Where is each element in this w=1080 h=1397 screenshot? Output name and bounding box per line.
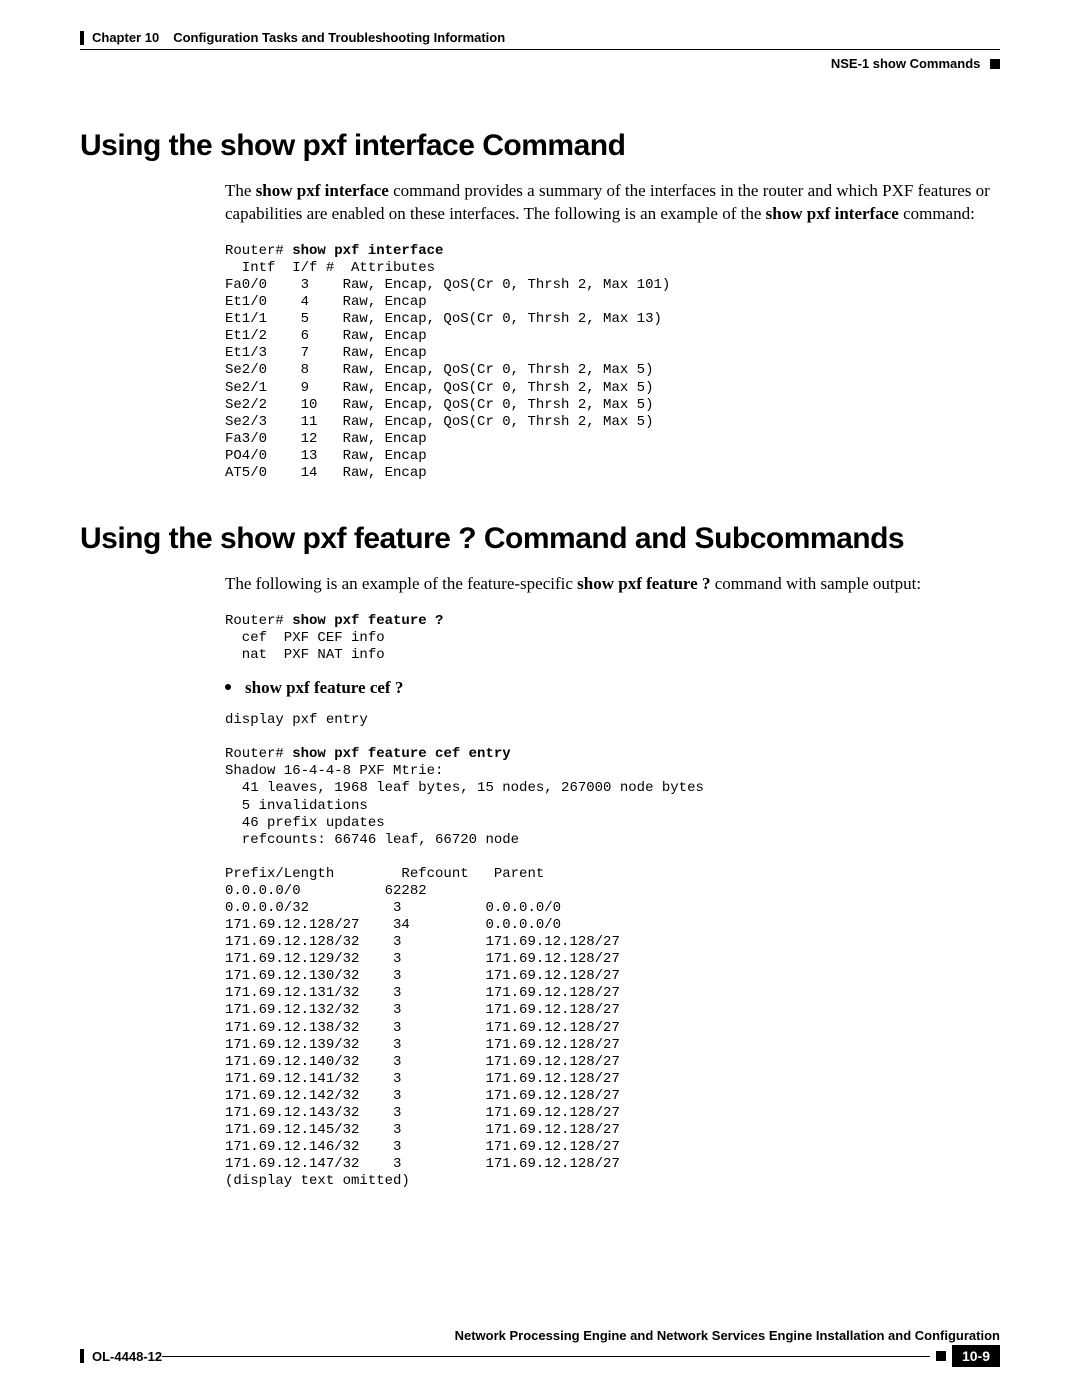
section1-paragraph: The show pxf interface command provides … [225,180,990,226]
page-footer: Network Processing Engine and Network Se… [80,1328,1000,1367]
footer-rule [162,1356,930,1357]
section-breadcrumb: NSE-1 show Commands [80,56,1000,71]
inline-command: show pxf interface [256,181,389,200]
section-heading-1: Using the show pxf interface Command [80,129,1000,163]
breadcrumb-square-icon [990,59,1000,69]
code-command: show pxf feature cef entry [292,746,510,762]
section2-paragraph: The following is an example of the featu… [225,573,990,596]
footer-book-title: Network Processing Engine and Network Se… [80,1328,1000,1343]
bullet-dot-icon [225,684,231,690]
bullet-item: show pxf feature cef ? [225,678,1000,698]
code-output: Shadow 16-4-4-8 PXF Mtrie: 41 leaves, 19… [225,763,704,1189]
inline-command: show pxf feature ? [577,574,710,593]
code-command: show pxf interface [292,243,443,259]
header-rule [80,49,1000,50]
footer-doc-id: OL-4448-12 [92,1349,162,1364]
chapter-title: Configuration Tasks and Troubleshooting … [173,30,505,45]
code-block-2: Router# show pxf feature ? cef PXF CEF i… [225,613,1000,664]
header-bar-icon [80,31,84,45]
code-block-1: Router# show pxf interface Intf I/f # At… [225,243,1000,482]
breadcrumb-text: NSE-1 show Commands [831,56,981,71]
code-block-3: display pxf entry Router# show pxf featu… [225,712,1000,1190]
footer-square-icon [936,1351,946,1361]
bullet-text: show pxf feature cef ? [245,678,403,697]
chapter-label: Chapter 10 [92,30,159,45]
section-heading-2: Using the show pxf feature ? Command and… [80,522,1000,556]
footer-bar-icon [80,1349,84,1363]
code-command: show pxf feature ? [292,613,443,629]
page-number: 10-9 [952,1345,1000,1367]
inline-command: show pxf interface [766,204,899,223]
chapter-header: Chapter 10 Configuration Tasks and Troub… [80,30,1000,45]
code-output: Intf I/f # Attributes Fa0/0 3 Raw, Encap… [225,260,670,481]
code-output: cef PXF CEF info nat PXF NAT info [225,630,385,663]
